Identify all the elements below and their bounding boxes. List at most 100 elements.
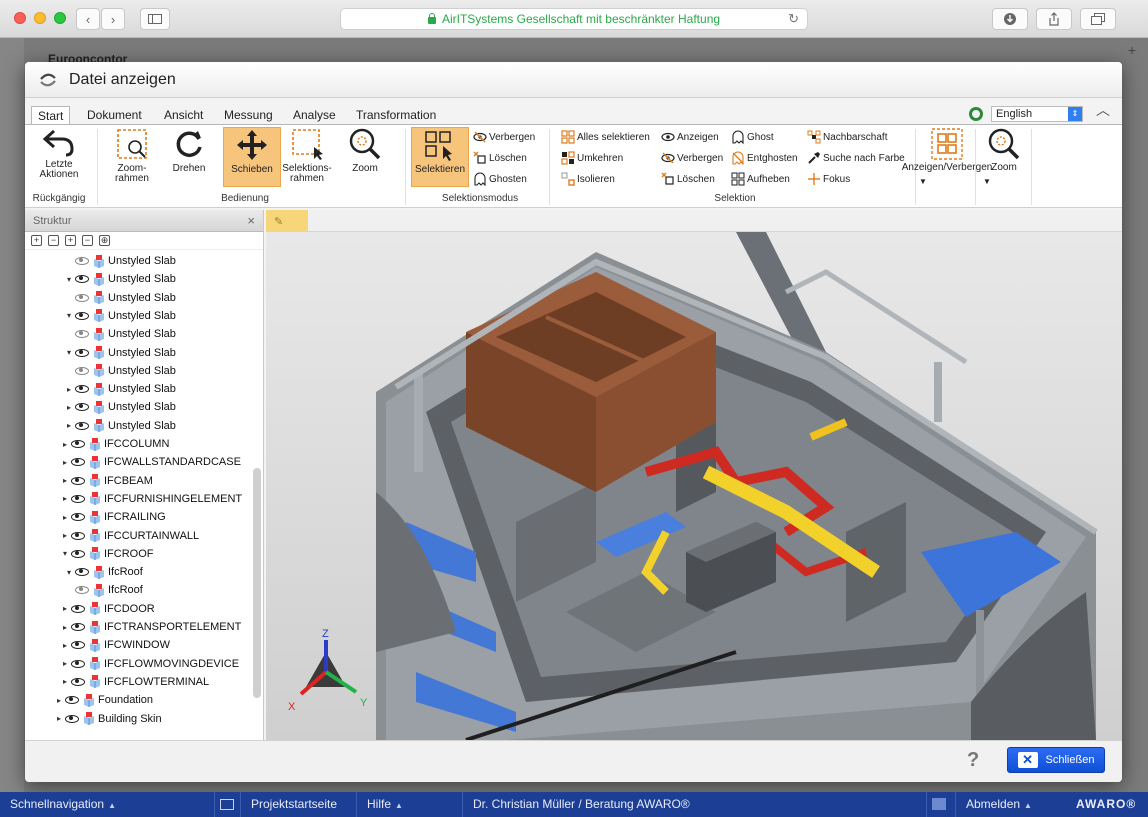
selektieren-button[interactable]: Selektieren bbox=[411, 127, 469, 187]
tree-node[interactable]: ▾ Unstyled Slab bbox=[65, 270, 176, 288]
visibility-eye-icon[interactable] bbox=[75, 568, 89, 577]
collapse-level-icon[interactable]: − bbox=[82, 235, 93, 246]
tree-node[interactable]: Unstyled Slab bbox=[65, 289, 176, 307]
tree-node[interactable]: ▸ Building Skin bbox=[55, 710, 162, 728]
zoom-button[interactable]: Zoom bbox=[341, 127, 389, 187]
verbergen-button[interactable]: Verbergen bbox=[661, 150, 723, 166]
tree-node[interactable]: ▸ IFCTRANSPORTELEMENT bbox=[61, 618, 241, 636]
tree-node[interactable]: ▸ Unstyled Slab bbox=[65, 380, 176, 398]
tree-node[interactable]: ▸ Unstyled Slab bbox=[65, 417, 176, 435]
schieben-button[interactable]: Schieben bbox=[223, 127, 281, 187]
visibility-eye-icon[interactable] bbox=[71, 440, 85, 448]
anzeigen-verbergen-button[interactable]: Anzeigen/Verbergen ▼ bbox=[902, 127, 992, 187]
schnellnavigation-menu[interactable]: Schnellnavigation ▲ bbox=[0, 792, 126, 817]
collapse-node-icon[interactable]: ▾ bbox=[65, 568, 73, 577]
toggle-panel-button[interactable] bbox=[214, 792, 238, 817]
help-icon[interactable]: ? bbox=[967, 749, 979, 772]
tree-node[interactable]: ▸ IFCWINDOW bbox=[61, 636, 170, 654]
visibility-eye-icon[interactable] bbox=[71, 476, 85, 485]
visibility-eye-icon[interactable] bbox=[71, 513, 85, 522]
structure-scrollbar[interactable] bbox=[253, 468, 261, 698]
drehen-button[interactable]: Drehen bbox=[165, 127, 213, 187]
tree-node[interactable]: ▸ IFCRAILING bbox=[61, 508, 166, 526]
ghost-visibility-icon[interactable] bbox=[75, 293, 89, 302]
tree-node[interactable]: Unstyled Slab bbox=[65, 252, 176, 270]
collapse-all-icon[interactable]: − bbox=[48, 235, 59, 246]
visibility-eye-icon[interactable] bbox=[75, 385, 89, 394]
language-select[interactable]: English ⇕ bbox=[991, 106, 1083, 122]
tab-analyse[interactable]: Analyse bbox=[287, 106, 342, 126]
tree-node[interactable]: ▾ IfcRoof bbox=[65, 563, 143, 581]
ghost-visibility-icon[interactable] bbox=[75, 257, 89, 265]
verbergen-mode-button[interactable]: Verbergen bbox=[473, 129, 535, 145]
tree-node[interactable]: ▸ IFCBEAM bbox=[61, 472, 153, 490]
expand-node-icon[interactable]: ▸ bbox=[55, 696, 63, 705]
visibility-eye-icon[interactable] bbox=[71, 641, 85, 650]
tab-messung[interactable]: Messung bbox=[218, 106, 279, 126]
tree-node[interactable]: ▸ IFCCURTAINWALL bbox=[61, 527, 199, 545]
expand-node-icon[interactable]: ▸ bbox=[61, 458, 69, 467]
address-bar[interactable]: AirITSystems Gesellschaft mit beschränkt… bbox=[340, 8, 808, 30]
tree-node[interactable]: ▸ Foundation bbox=[55, 691, 153, 709]
expand-node-icon[interactable]: ▸ bbox=[65, 403, 73, 412]
tree-node[interactable]: ▸ IFCWALLSTANDARDCASE bbox=[61, 453, 241, 471]
undo-button[interactable]: Letzte Aktionen bbox=[33, 127, 85, 187]
tree-node[interactable]: Unstyled Slab bbox=[65, 325, 176, 343]
dropdown-arrow-icon[interactable]: ▼ bbox=[983, 177, 991, 187]
3d-viewer[interactable]: Z X Y bbox=[266, 232, 1122, 740]
visibility-eye-icon[interactable] bbox=[71, 494, 85, 503]
expand-node-icon[interactable]: ▸ bbox=[65, 421, 73, 430]
org-switch-button[interactable] bbox=[926, 792, 952, 817]
selektionsrahmen-button[interactable]: Selektions-rahmen bbox=[281, 127, 333, 187]
anzeigen-button[interactable]: Anzeigen bbox=[661, 129, 719, 145]
visibility-eye-icon[interactable] bbox=[71, 549, 85, 558]
zoomrahmen-button[interactable]: Zoom-rahmen bbox=[107, 127, 157, 187]
nachbarschaft-button[interactable]: Nachbarschaft bbox=[807, 129, 887, 145]
expand-node-icon[interactable]: ▸ bbox=[61, 659, 69, 668]
collapse-node-icon[interactable]: ▾ bbox=[65, 348, 73, 357]
tab-start[interactable]: Start bbox=[31, 106, 71, 126]
tree-node[interactable]: ▾ Unstyled Slab bbox=[65, 307, 176, 325]
new-tab-icon[interactable]: + bbox=[1128, 42, 1136, 58]
visibility-eye-icon[interactable] bbox=[75, 311, 89, 320]
tree-node[interactable]: ▾ Unstyled Slab bbox=[65, 344, 176, 362]
visibility-eye-icon[interactable] bbox=[71, 531, 85, 540]
visibility-eye-icon[interactable] bbox=[65, 714, 79, 723]
umkehren-button[interactable]: Umkehren bbox=[561, 150, 623, 166]
visibility-eye-icon[interactable] bbox=[65, 696, 79, 705]
forward-button[interactable]: › bbox=[101, 8, 125, 30]
tab-dokument[interactable]: Dokument bbox=[81, 106, 148, 126]
ghost-button[interactable]: Ghost bbox=[731, 129, 774, 145]
attachment-tab[interactable]: ✎ bbox=[266, 210, 308, 232]
tree-node[interactable]: ▸ IFCFURNISHINGELEMENT bbox=[61, 490, 242, 508]
close-window-button[interactable] bbox=[14, 12, 26, 24]
loeschen-mode-button[interactable]: Löschen bbox=[473, 150, 527, 166]
collapse-node-icon[interactable]: ▾ bbox=[65, 311, 73, 320]
aufheben-button[interactable]: Aufheben bbox=[731, 171, 790, 187]
zoom-dropdown-button[interactable]: Zoom ▼ bbox=[981, 127, 1027, 187]
tree-node[interactable]: ▾ IFCROOF bbox=[61, 545, 154, 563]
ghost-visibility-icon[interactable] bbox=[75, 330, 89, 339]
expand-node-icon[interactable]: ▸ bbox=[55, 714, 63, 723]
ghost-visibility-icon[interactable] bbox=[75, 366, 89, 375]
entghosten-button[interactable]: Entghosten bbox=[731, 150, 798, 166]
ghosten-mode-button[interactable]: Ghosten bbox=[473, 171, 527, 187]
abmelden-menu[interactable]: Abmelden ▲ bbox=[955, 792, 1042, 817]
fokus-button[interactable]: Fokus bbox=[807, 171, 850, 187]
visibility-eye-icon[interactable] bbox=[75, 421, 89, 430]
visibility-eye-icon[interactable] bbox=[75, 403, 89, 412]
ghost-visibility-icon[interactable] bbox=[75, 586, 89, 595]
collapse-node-icon[interactable]: ▾ bbox=[61, 549, 69, 558]
visibility-eye-icon[interactable] bbox=[71, 604, 85, 613]
visibility-eye-icon[interactable] bbox=[71, 623, 85, 631]
loeschen-button[interactable]: Löschen bbox=[661, 171, 715, 187]
tab-transformation[interactable]: Transformation bbox=[350, 106, 442, 126]
expand-node-icon[interactable]: ▸ bbox=[61, 476, 69, 485]
visibility-eye-icon[interactable] bbox=[71, 659, 85, 668]
visibility-eye-icon[interactable] bbox=[71, 458, 85, 467]
downloads-button[interactable] bbox=[992, 8, 1028, 30]
fullscreen-window-button[interactable] bbox=[54, 12, 66, 24]
expand-all-icon[interactable]: + bbox=[31, 235, 42, 246]
tree-node[interactable]: ▸ IFCFLOWMOVINGDEVICE bbox=[61, 655, 239, 673]
expand-node-icon[interactable]: ▸ bbox=[61, 604, 69, 613]
